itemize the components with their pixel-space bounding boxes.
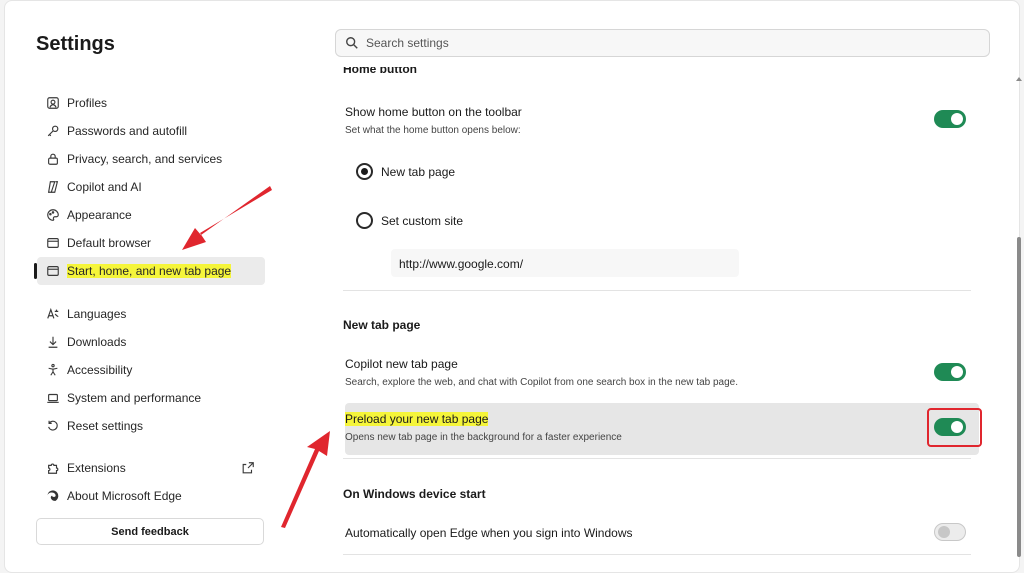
sidebar-item-reset[interactable]: Reset settings [37,412,265,440]
sidebar-item-extensions[interactable]: Extensions [37,454,265,482]
divider [343,554,971,555]
sidebar-item-label: Start, home, and new tab page [67,264,232,278]
edge-icon [45,488,61,504]
show-home-button-toggle[interactable] [934,110,966,128]
sidebar-item-passwords[interactable]: Passwords and autofill [37,117,265,145]
preload-row-highlight [345,403,979,455]
preload-desc: Opens new tab page in the background for… [345,432,622,443]
sidebar-item-label: Extensions [67,461,126,475]
scroll-up-arrow-icon[interactable] [1016,77,1022,81]
page-title: Settings [36,33,115,55]
sidebar-item-about[interactable]: About Microsoft Edge [37,482,265,510]
copilot-ntp-toggle[interactable] [934,363,966,381]
sidebar-item-label: Languages [67,307,127,321]
custom-url-field[interactable]: http://www.google.com/ [391,249,739,277]
section-heading-windows-start: On Windows device start [343,487,486,501]
search-placeholder: Search settings [366,36,449,50]
sidebar-item-system[interactable]: System and performance [37,384,265,412]
sidebar-item-label: System and performance [67,391,202,405]
section-heading-new-tab: New tab page [343,318,421,332]
download-icon [45,334,61,350]
sidebar-item-appearance[interactable]: Appearance [37,201,265,229]
scrollbar-thumb[interactable] [1017,237,1021,557]
sidebar-item-copilot[interactable]: Copilot and AI [37,173,265,201]
divider [343,458,971,459]
home-icon [45,263,61,279]
show-home-button-title: Show home button on the toolbar [345,105,522,119]
open-external-icon[interactable] [241,461,255,475]
sidebar-item-label: Profiles [67,96,108,110]
accessibility-icon [45,362,61,378]
sidebar-item-label: Copilot and AI [67,180,142,194]
radio-new-tab-page[interactable] [356,163,373,180]
sidebar-item-label: Appearance [67,208,132,222]
radio-custom-site[interactable] [356,212,373,229]
preload-title: Preload your new tab page [345,412,489,426]
show-home-button-desc: Set what the home button opens below: [345,125,521,136]
auto-open-title: Automatically open Edge when you sign in… [345,526,633,540]
languages-icon [45,306,61,322]
sidebar-item-accessibility[interactable]: Accessibility [37,356,265,384]
copilot-icon [45,179,61,195]
puzzle-icon [45,460,61,476]
sidebar-item-label: Reset settings [67,419,144,433]
copilot-ntp-desc: Search, explore the web, and chat with C… [345,377,739,388]
laptop-icon [45,390,61,406]
auto-open-toggle[interactable] [934,523,966,541]
annotation-box [927,408,982,447]
appearance-icon [45,207,61,223]
sidebar-item-label: About Microsoft Edge [67,489,182,503]
sidebar-item-label: Downloads [67,335,127,349]
radio-new-tab-label: New tab page [381,165,456,179]
sidebar-item-languages[interactable]: Languages [37,300,265,328]
settings-window: Settings Profiles Passwords and autofill… [4,0,1022,573]
key-icon [45,123,61,139]
reset-icon [45,418,61,434]
copilot-ntp-title: Copilot new tab page [345,357,458,371]
section-heading-home-button: Home button [343,67,417,76]
browser-icon [45,235,61,251]
lock-icon [45,151,61,167]
search-input[interactable]: Search settings [335,29,990,57]
sidebar-item-privacy[interactable]: Privacy, search, and services [37,145,265,173]
sidebar-item-profiles[interactable]: Profiles [37,89,265,117]
radio-custom-site-label: Set custom site [381,214,464,228]
sidebar-item-label: Accessibility [67,363,133,377]
send-feedback-button[interactable]: Send feedback [36,518,264,545]
sidebar-item-default-browser[interactable]: Default browser [37,229,265,257]
sidebar-item-start-home[interactable]: Start, home, and new tab page [34,257,265,285]
profile-icon [45,95,61,111]
search-icon [346,37,358,49]
divider [343,290,971,291]
sidebar-item-label: Default browser [67,236,152,250]
sidebar-item-label: Privacy, search, and services [67,152,223,166]
sidebar-item-downloads[interactable]: Downloads [37,328,265,356]
settings-content: Home button Show home button on the tool… [335,67,990,562]
sidebar-item-label: Passwords and autofill [67,124,188,138]
sidebar: Settings Profiles Passwords and autofill… [5,1,295,572]
